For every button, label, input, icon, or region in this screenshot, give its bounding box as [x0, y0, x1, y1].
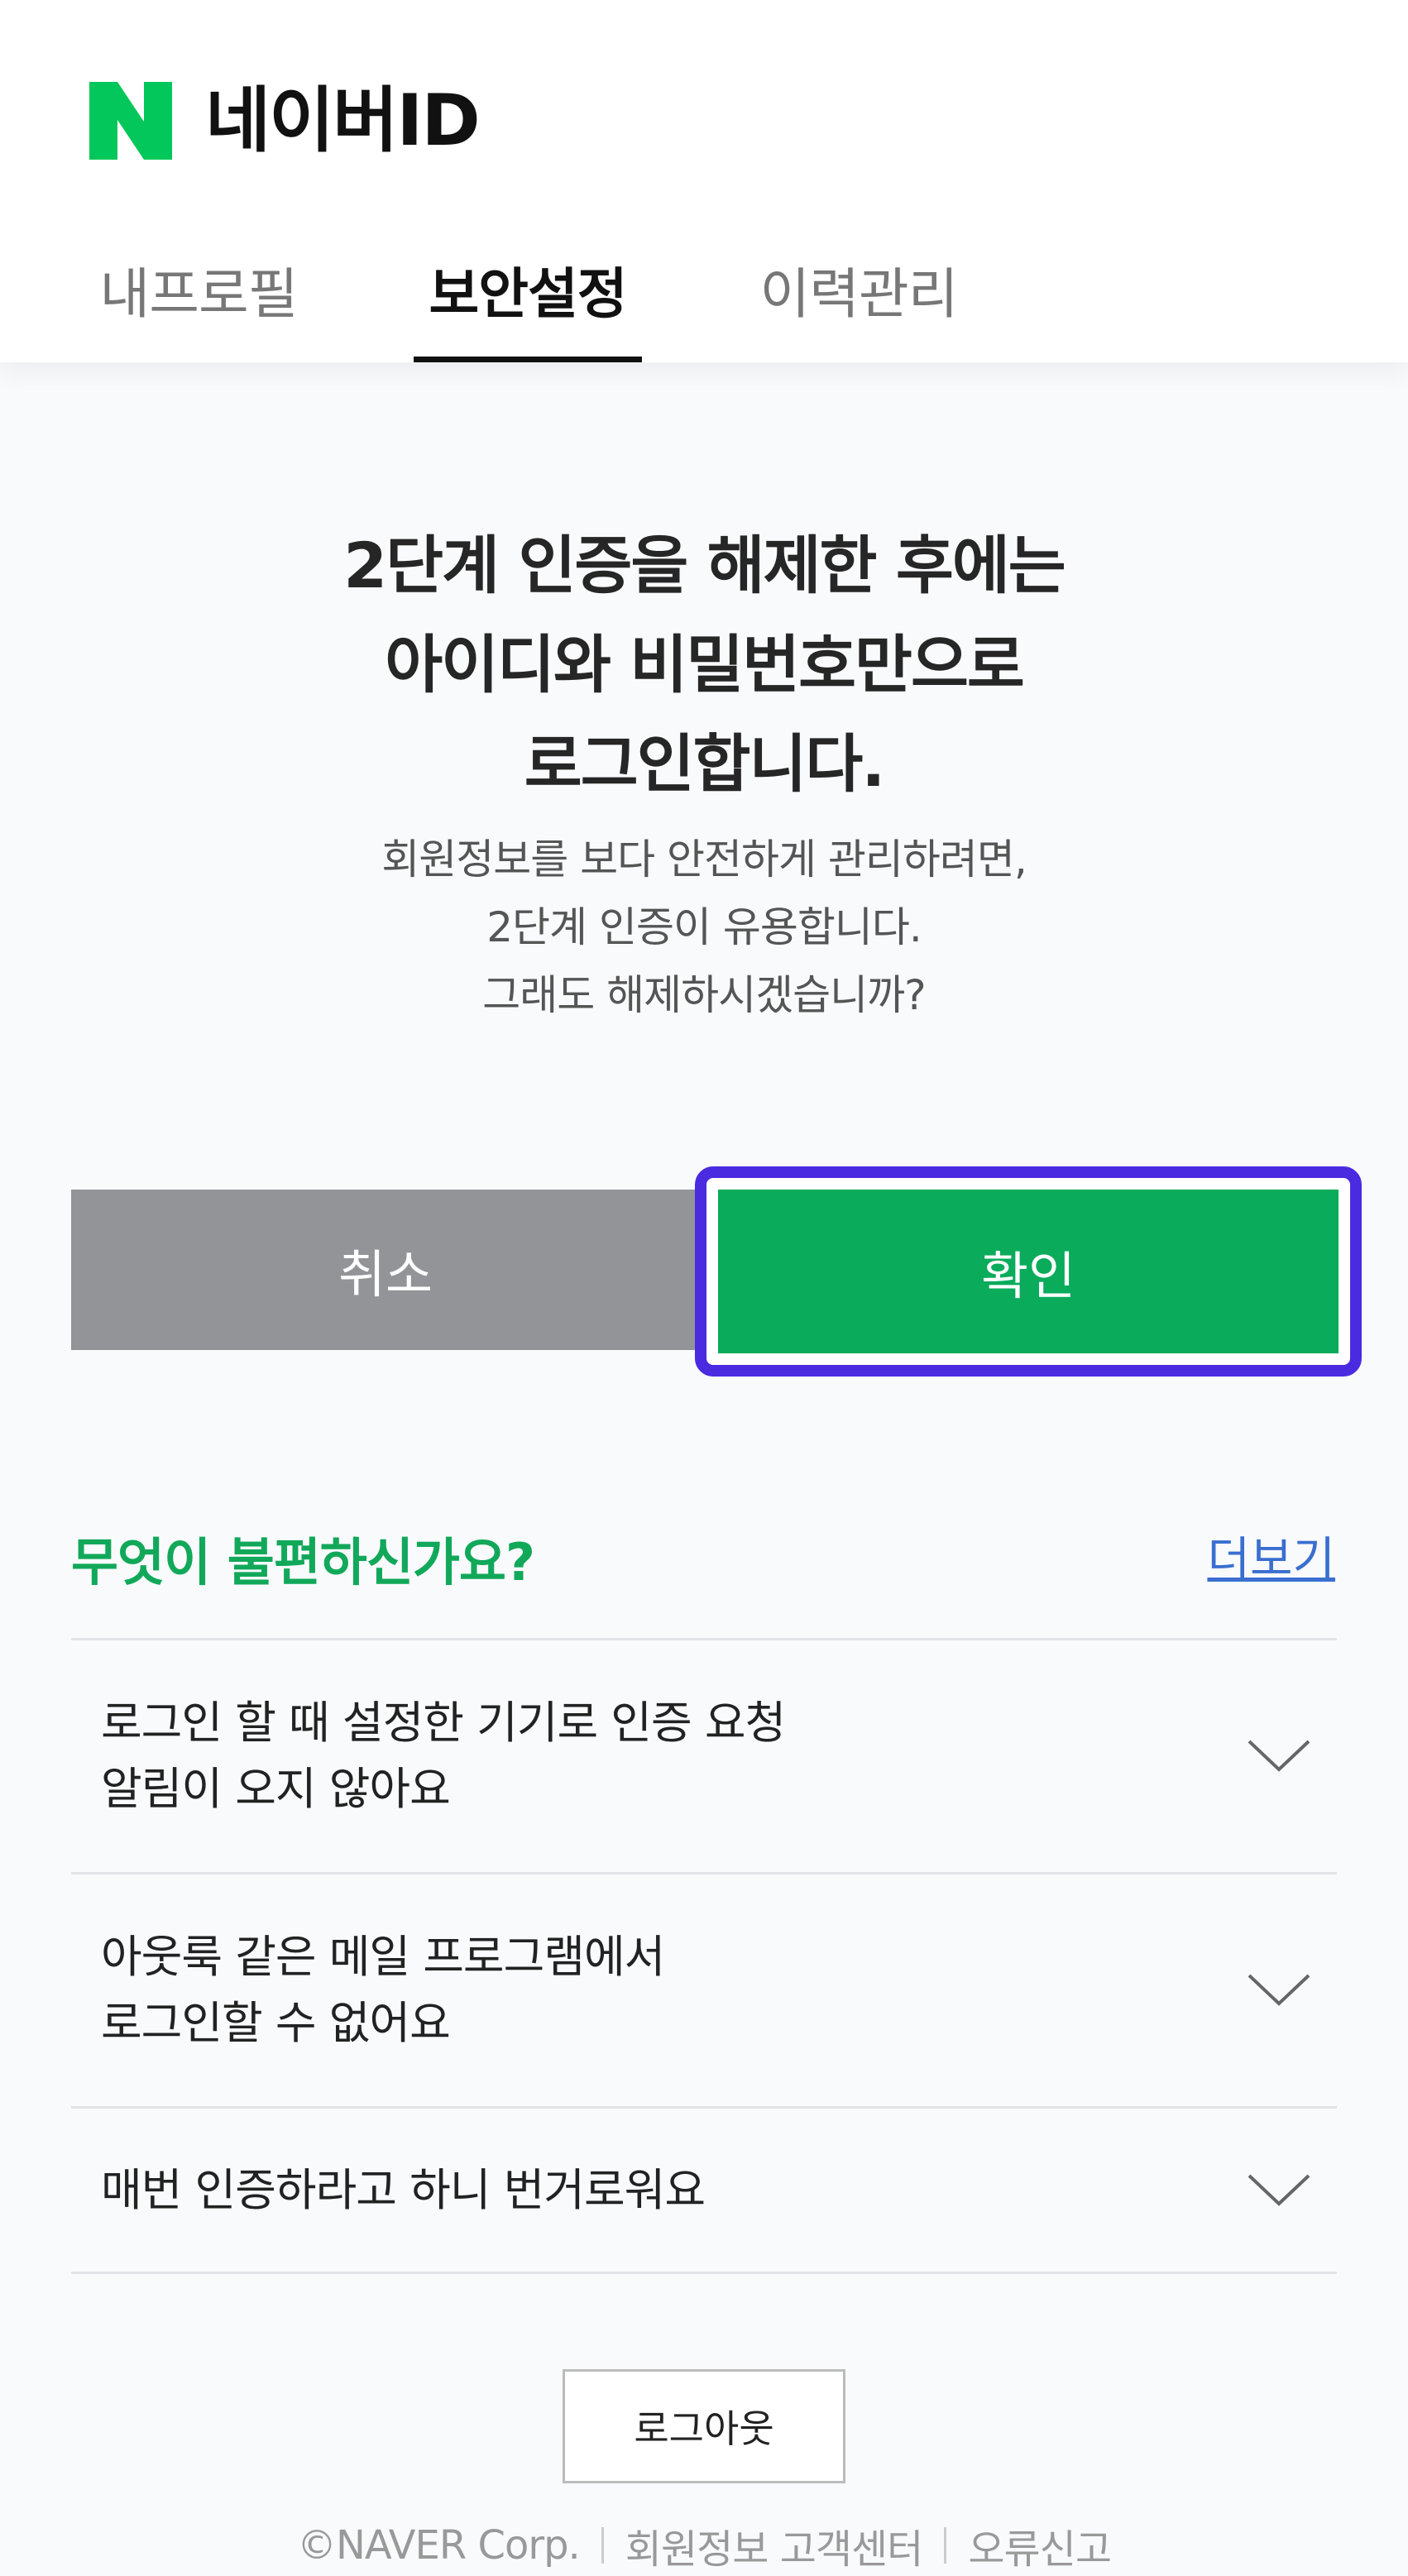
- faq-question-line: 로그인 할 때 설정한 기기로 인증 요청: [101, 1697, 786, 1749]
- description-line: 회원정보를 보다 안전하게 관리하려면,: [381, 836, 1027, 883]
- faq-list: 로그인 할 때 설정한 기기로 인증 요청 알림이 오지 않아요 아웃룩 같은 …: [71, 1638, 1337, 2274]
- page-headline: 2단계 인증을 해제한 후에는 아이디와 비밀번호만으로 로그인합니다.: [165, 516, 1243, 814]
- tab-my-profile[interactable]: 내프로필: [91, 250, 306, 362]
- page-description: 회원정보를 보다 안전하게 관리하려면, 2단계 인증이 유용합니다. 그래도 …: [248, 826, 1160, 1029]
- tab-label: 내프로필: [99, 262, 299, 326]
- headline-line: 2단계 인증을 해제한 후에는: [343, 529, 1066, 602]
- faq-title: 무엇이 불편하신가요?: [71, 1532, 535, 1592]
- chevron-down-icon: [1248, 1974, 1310, 2006]
- footer-support-link[interactable]: 회원정보 고객센터: [625, 2516, 924, 2574]
- logout-button[interactable]: 로그아웃: [563, 2369, 845, 2483]
- description-line: 그래도 해제하시겠습니까?: [482, 971, 926, 1019]
- faq-question: 매번 인증하라고 하니 번거로워요: [101, 2157, 706, 2224]
- cancel-button[interactable]: 취소: [71, 1190, 700, 1350]
- footer-report-link[interactable]: 오류신고: [968, 2516, 1112, 2574]
- faq-item[interactable]: 로그인 할 때 설정한 기기로 인증 요청 알림이 오지 않아요: [71, 1640, 1337, 1875]
- tab-bar: 내프로필 보안설정 이력관리: [0, 232, 1408, 362]
- tab-label: 이력관리: [759, 262, 959, 326]
- description-line: 2단계 인증이 유용합니다.: [486, 903, 922, 951]
- faq-question-line: 매번 인증하라고 하니 번거로워요: [101, 2163, 706, 2216]
- naver-n-logo-icon: [89, 82, 172, 160]
- faq-item[interactable]: 아웃룩 같은 메일 프로그램에서 로그인할 수 없어요: [71, 1875, 1337, 2109]
- tab-history[interactable]: 이력관리: [751, 250, 966, 362]
- logo-title: 네이버ID: [205, 79, 481, 162]
- faq-more-link[interactable]: 더보기: [1207, 1522, 1335, 1589]
- faq-question: 로그인 할 때 설정한 기기로 인증 요청 알림이 오지 않아요: [101, 1690, 786, 1822]
- chevron-down-icon: [1248, 2174, 1310, 2206]
- naver-id-logo[interactable]: 네이버ID: [89, 79, 481, 162]
- footer-divider: [601, 2527, 604, 2564]
- headline-line: 로그인합니다.: [524, 727, 885, 801]
- footer: ©NAVER Corp. 회원정보 고객센터 오류신고: [0, 2515, 1408, 2576]
- faq-question-line: 로그인할 수 없어요: [101, 1997, 451, 2049]
- footer-copyright: ©NAVER Corp.: [297, 2522, 581, 2569]
- chevron-down-icon: [1248, 1740, 1310, 1772]
- active-tab-indicator: [414, 357, 642, 362]
- headline-line: 아이디와 비밀번호만으로: [385, 628, 1025, 701]
- faq-item[interactable]: 매번 인증하라고 하니 번거로워요: [71, 2109, 1337, 2274]
- confirm-button[interactable]: 확인: [718, 1190, 1339, 1353]
- tab-label: 보안설정: [429, 262, 628, 326]
- footer-divider: [944, 2527, 947, 2564]
- faq-question-line: 아웃룩 같은 메일 프로그램에서: [101, 1931, 665, 1983]
- faq-question: 아웃룩 같은 메일 프로그램에서 로그인할 수 없어요: [101, 1924, 665, 2056]
- header: 네이버ID 내프로필 보안설정 이력관리: [0, 0, 1408, 362]
- confirm-button-focus-ring: 확인: [695, 1166, 1362, 1377]
- tab-security-settings[interactable]: 보안설정: [414, 250, 642, 362]
- faq-question-line: 알림이 오지 않아요: [101, 1763, 451, 1815]
